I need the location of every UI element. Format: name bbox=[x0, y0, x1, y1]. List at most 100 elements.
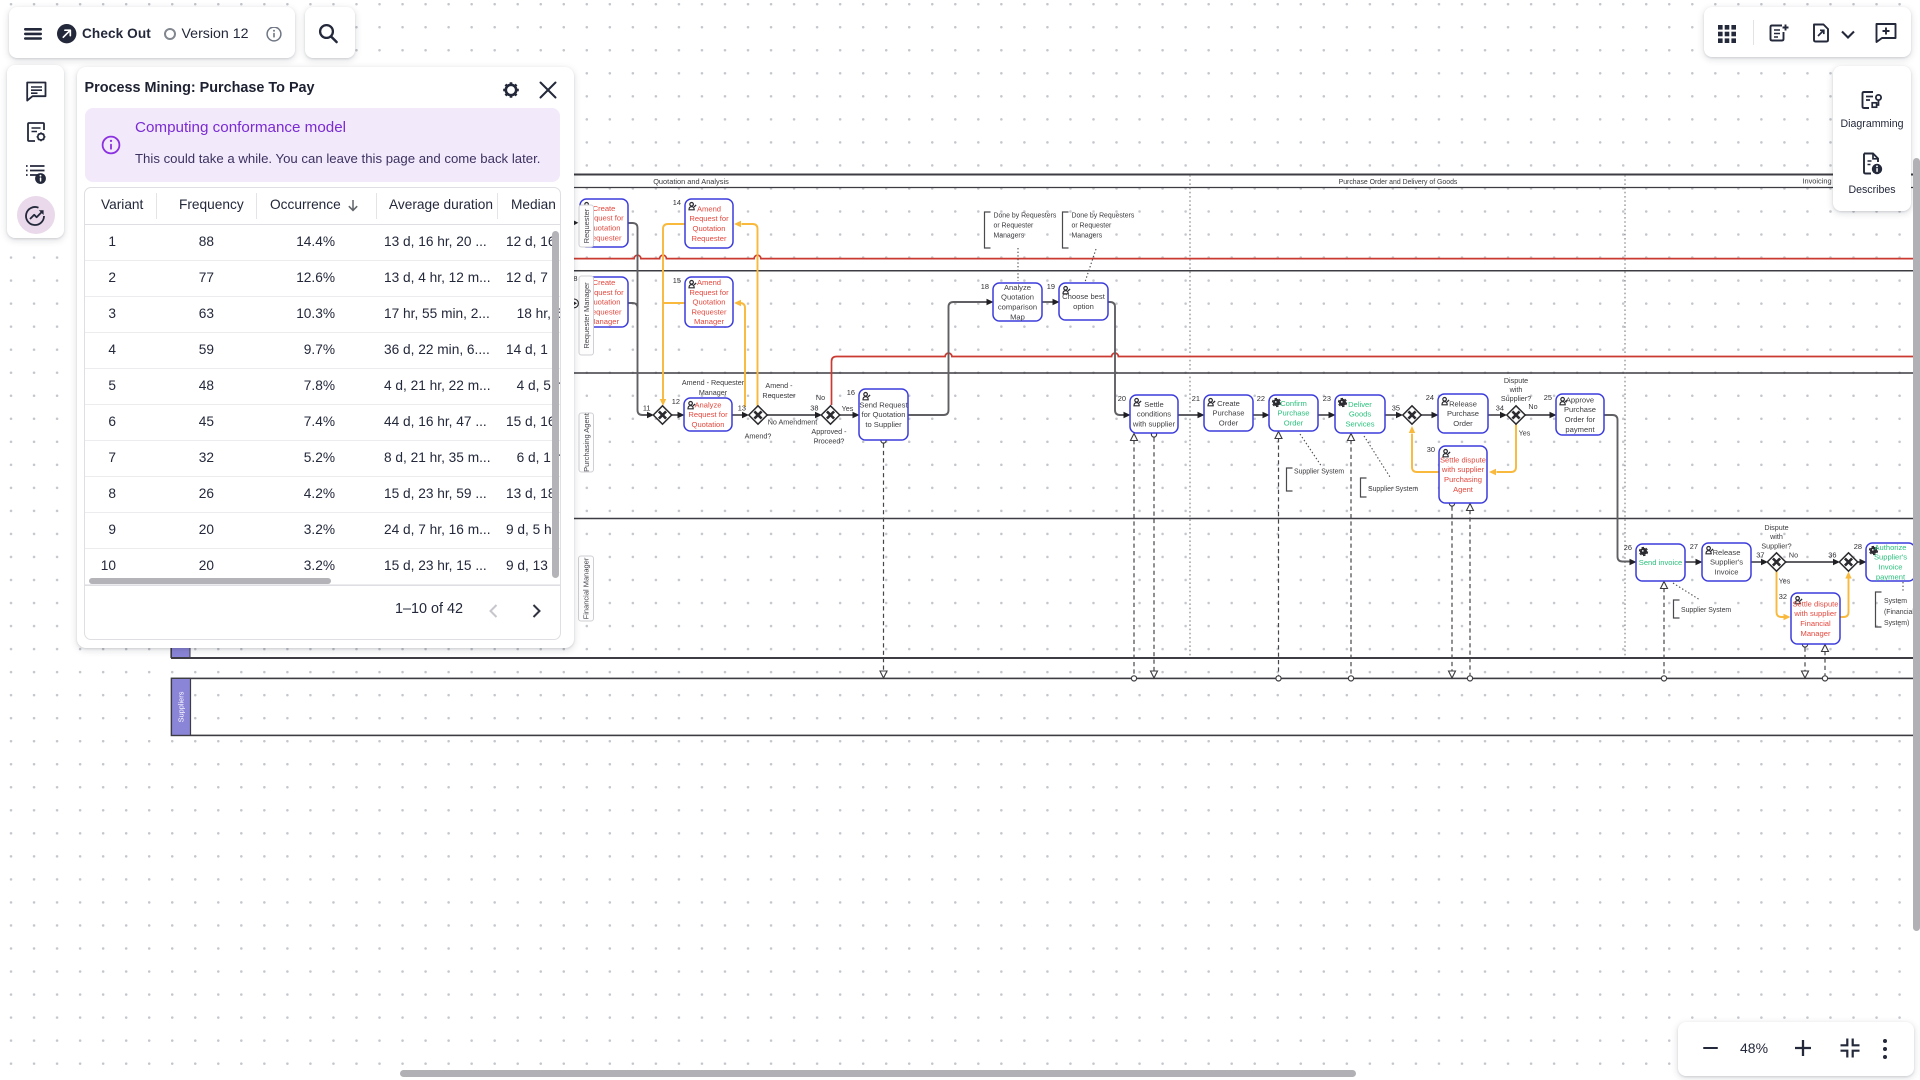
svg-text:Purchase Order and Delivery of: Purchase Order and Delivery of Goods bbox=[1339, 179, 1458, 186]
svg-text:Agent: Agent bbox=[1453, 485, 1474, 494]
svg-text:Amend -: Amend - bbox=[765, 381, 793, 390]
svg-text:Yes: Yes bbox=[842, 404, 854, 413]
svg-text:Order for: Order for bbox=[1565, 415, 1596, 424]
svg-text:Financial: Financial bbox=[1800, 619, 1831, 628]
svg-text:Supplier System: Supplier System bbox=[1681, 607, 1731, 614]
svg-text:Supplier?: Supplier? bbox=[1761, 542, 1791, 551]
svg-text:Choose best: Choose best bbox=[1062, 292, 1106, 301]
svg-text:Approve: Approve bbox=[1566, 395, 1594, 404]
svg-text:Confirm: Confirm bbox=[1280, 399, 1307, 408]
svg-text:25: 25 bbox=[1544, 393, 1552, 402]
svg-text:No: No bbox=[1528, 402, 1537, 411]
svg-text:Request for: Request for bbox=[689, 214, 729, 223]
svg-text:Dispute: Dispute bbox=[1504, 376, 1528, 385]
svg-text:Amend - Requester: Amend - Requester bbox=[682, 378, 745, 387]
svg-text:21: 21 bbox=[1192, 394, 1200, 403]
svg-text:Proceed?: Proceed? bbox=[814, 437, 845, 446]
svg-text:Map: Map bbox=[1010, 312, 1025, 321]
svg-text:13: 13 bbox=[738, 404, 746, 413]
svg-text:Send Request: Send Request bbox=[859, 400, 908, 409]
svg-text:payment: payment bbox=[1565, 425, 1595, 434]
svg-text:23: 23 bbox=[1323, 394, 1331, 403]
svg-text:Amend: Amend bbox=[697, 278, 721, 287]
svg-text:Request for: Request for bbox=[688, 410, 728, 419]
svg-text:Analyze: Analyze bbox=[1004, 283, 1031, 292]
svg-text:to Supplier: to Supplier bbox=[865, 420, 902, 429]
svg-text:37: 37 bbox=[1756, 551, 1764, 560]
svg-text:Invoicing: Invoicing bbox=[1802, 177, 1831, 186]
svg-text:Send invoice: Send invoice bbox=[1639, 558, 1682, 567]
svg-text:Create: Create bbox=[593, 278, 616, 287]
svg-text:Release: Release bbox=[1713, 548, 1741, 557]
svg-text:24: 24 bbox=[1426, 393, 1434, 402]
svg-text:Settle: Settle bbox=[1144, 400, 1163, 409]
svg-text:Requester: Requester bbox=[691, 234, 727, 243]
svg-text:Dispute: Dispute bbox=[1764, 523, 1788, 532]
svg-text:with: with bbox=[1509, 385, 1523, 394]
svg-text:with: with bbox=[1769, 532, 1783, 541]
svg-text:Quotation: Quotation bbox=[1001, 293, 1034, 302]
svg-text:Manager: Manager bbox=[1801, 629, 1831, 638]
svg-text:36: 36 bbox=[1828, 551, 1836, 560]
svg-text:with supplier: with supplier bbox=[1132, 419, 1176, 428]
svg-text:Services: Services bbox=[1345, 419, 1374, 428]
svg-text:Quotation: Quotation bbox=[692, 420, 725, 429]
svg-text:Supplier System: Supplier System bbox=[1294, 469, 1344, 476]
svg-text:15: 15 bbox=[673, 276, 681, 285]
svg-text:Requester: Requester bbox=[691, 307, 727, 316]
svg-text:Order: Order bbox=[1219, 418, 1239, 427]
svg-text:Purchase: Purchase bbox=[1212, 409, 1244, 418]
svg-text:No: No bbox=[1789, 551, 1798, 560]
svg-text:Invoice: Invoice bbox=[1714, 567, 1738, 576]
svg-text:Analyze: Analyze bbox=[694, 400, 721, 409]
svg-text:comparison: comparison bbox=[998, 303, 1037, 312]
svg-text:Done by Requesters: Done by Requesters bbox=[1072, 213, 1135, 220]
svg-text:22: 22 bbox=[1257, 394, 1265, 403]
svg-text:Create: Create bbox=[1217, 399, 1240, 408]
svg-text:with supplier: with supplier bbox=[1793, 609, 1837, 618]
svg-text:with supplier: with supplier bbox=[1441, 465, 1485, 474]
svg-text:Amend?: Amend? bbox=[745, 432, 772, 441]
svg-text:Goods: Goods bbox=[1349, 410, 1372, 419]
svg-text:option: option bbox=[1073, 302, 1094, 311]
svg-text:Order: Order bbox=[1453, 419, 1473, 428]
svg-text:Amend: Amend bbox=[697, 204, 721, 213]
svg-text:14: 14 bbox=[673, 198, 681, 207]
svg-text:(Financial: (Financial bbox=[1884, 609, 1914, 616]
svg-text:No Amendment: No Amendment bbox=[768, 418, 818, 427]
svg-text:Done by Requesters: Done by Requesters bbox=[994, 213, 1057, 220]
svg-text:Order: Order bbox=[1284, 418, 1304, 427]
svg-text:or Requester: or Requester bbox=[994, 223, 1035, 230]
svg-text:Release: Release bbox=[1449, 399, 1477, 408]
svg-text:32: 32 bbox=[1779, 592, 1787, 601]
svg-text:38: 38 bbox=[810, 404, 818, 413]
svg-text:Authorize: Authorize bbox=[1874, 543, 1906, 552]
svg-text:18: 18 bbox=[981, 282, 989, 291]
svg-text:Managers: Managers bbox=[1072, 233, 1103, 240]
svg-text:11: 11 bbox=[643, 404, 651, 413]
svg-text:Requester: Requester bbox=[582, 208, 591, 243]
svg-text:Deliver: Deliver bbox=[1348, 400, 1372, 409]
svg-text:20: 20 bbox=[1118, 394, 1126, 403]
svg-text:12: 12 bbox=[672, 397, 680, 406]
svg-text:Supplier's: Supplier's bbox=[1874, 553, 1907, 562]
svg-text:Purchasing Agent: Purchasing Agent bbox=[582, 412, 591, 472]
svg-text:Settle dispute: Settle dispute bbox=[1440, 455, 1486, 464]
svg-text:conditions: conditions bbox=[1137, 410, 1171, 419]
svg-text:Suppliers: Suppliers bbox=[177, 691, 186, 722]
svg-text:26: 26 bbox=[1624, 543, 1632, 552]
svg-text:Purchase: Purchase bbox=[1277, 409, 1309, 418]
svg-text:27: 27 bbox=[1690, 542, 1698, 551]
svg-text:or Requester: or Requester bbox=[1072, 223, 1113, 230]
svg-text:Quotation and Analysis: Quotation and Analysis bbox=[653, 177, 729, 186]
svg-text:Purchase: Purchase bbox=[1564, 405, 1596, 414]
svg-text:Manager: Manager bbox=[699, 388, 728, 397]
svg-text:No: No bbox=[816, 393, 825, 402]
svg-text:Supplier System: Supplier System bbox=[1368, 486, 1418, 493]
svg-text:Requester: Requester bbox=[762, 391, 796, 400]
svg-text:16: 16 bbox=[847, 388, 855, 397]
svg-text:35: 35 bbox=[1392, 404, 1400, 413]
svg-text:System: System bbox=[1884, 598, 1907, 605]
svg-text:Manager: Manager bbox=[694, 317, 724, 326]
svg-text:Supplier?: Supplier? bbox=[1501, 394, 1531, 403]
